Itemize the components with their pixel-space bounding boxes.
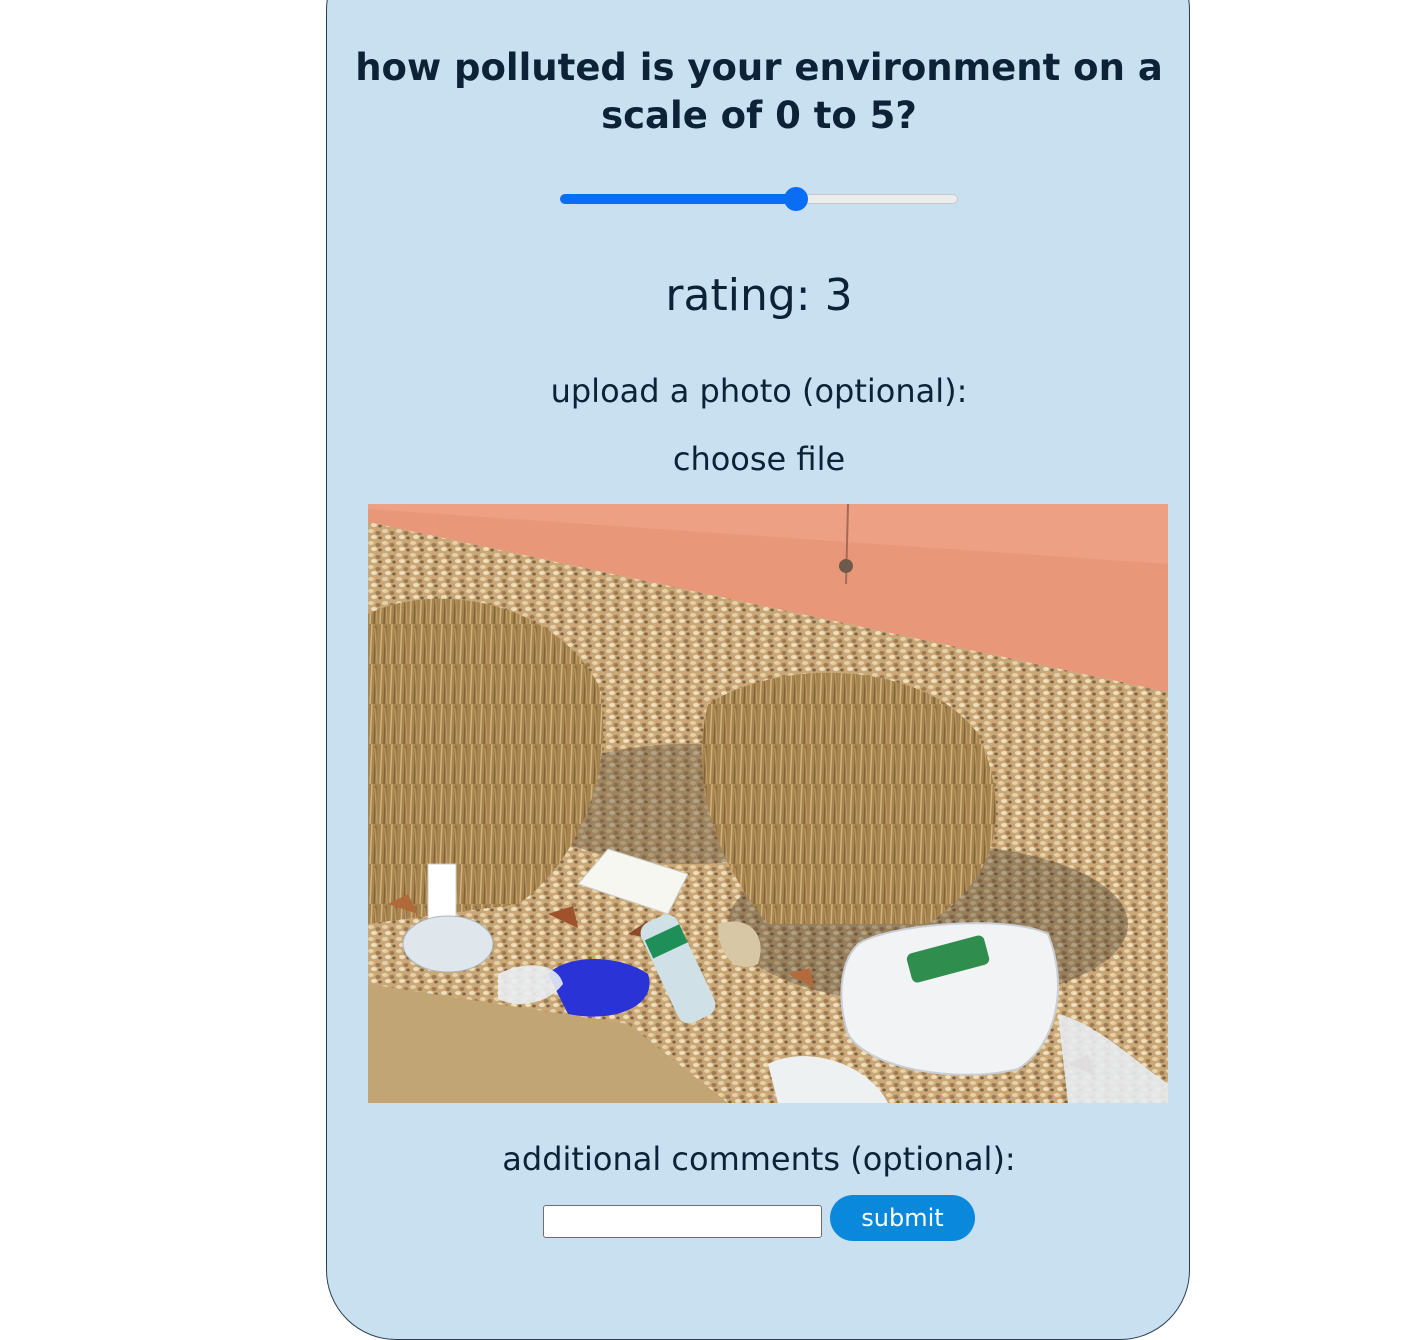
rating-display: rating: 3 — [665, 270, 853, 321]
comments-label: additional comments (optional): — [502, 1140, 1016, 1178]
uploaded-photo — [368, 504, 1168, 1103]
comments-input[interactable] — [543, 1205, 822, 1238]
survey-question: how polluted is your environment on a sc… — [327, 44, 1191, 140]
question-line-1: how polluted is your environment on a — [355, 46, 1163, 89]
pollution-rating-slider[interactable] — [560, 187, 958, 211]
choose-file-button[interactable]: choose file — [327, 438, 1191, 480]
slider-fill — [560, 194, 797, 204]
upload-photo-label: upload a photo (optional): — [550, 372, 968, 410]
submit-button[interactable]: submit — [830, 1195, 975, 1241]
question-line-2: scale of 0 to 5? — [601, 94, 917, 137]
slider-thumb[interactable] — [784, 187, 809, 211]
